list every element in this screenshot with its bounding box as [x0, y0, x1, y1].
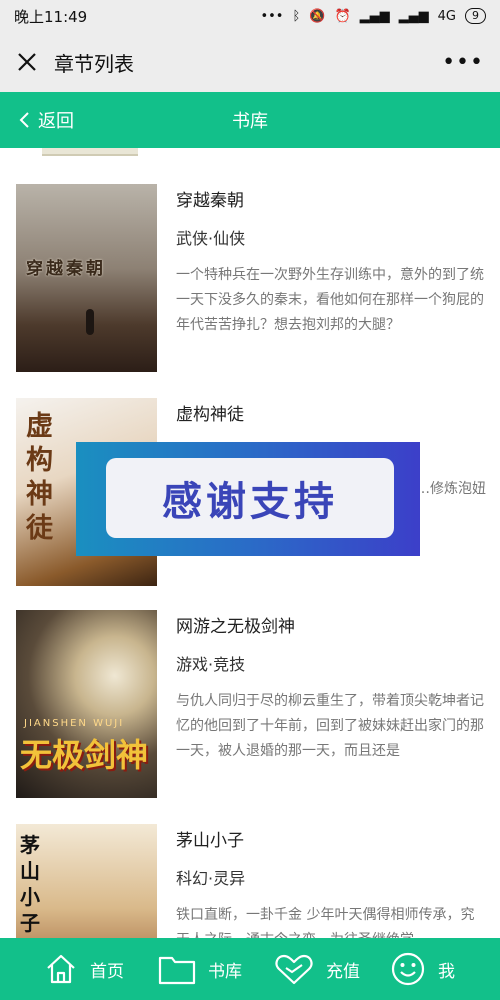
app-header: 返回 书库 [0, 92, 500, 148]
status-time: 晚上11:49 [14, 7, 88, 26]
book-cover[interactable]: JIANSHEN WUJI 无极剑神 [16, 610, 157, 798]
home-icon [47, 954, 75, 984]
alarm-icon: ⏰ [334, 8, 351, 24]
book-info: 穿越秦朝 武侠·仙侠 一个特种兵在一次野外生存训练中，意外的到了统一天下没多久的… [176, 184, 486, 374]
book-title[interactable]: 穿越秦朝 [176, 186, 486, 211]
tab-label: 首页 [90, 961, 124, 982]
status-icons: ••• ᛒ 🔕 ⏰ ▂▄▆ ▂▄▆ 4G 9 [260, 8, 486, 24]
back-button[interactable]: 返回 [18, 92, 74, 148]
book-cover[interactable]: 茅山小子 [16, 824, 157, 938]
battery-level: 9 [472, 9, 479, 22]
tab-home[interactable]: 首页 [44, 938, 124, 1000]
signal-icon: ▂▄▆ [398, 8, 429, 24]
book-genre: 武侠·仙侠 [176, 229, 246, 248]
book-title[interactable]: 网游之无极剑神 [176, 612, 486, 637]
support-banner-inner: 感谢支持 [106, 458, 394, 538]
tab-label: 充值 [326, 961, 360, 982]
tab-library[interactable]: 书库 [158, 938, 242, 1000]
tab-label: 我 [438, 961, 455, 982]
cover-title: 虚构神徒 [26, 411, 53, 544]
network-type: 4G [437, 8, 456, 24]
chevron-left-icon [19, 112, 29, 128]
more-menu-icon[interactable]: ••• [442, 50, 484, 75]
close-icon[interactable] [16, 51, 38, 73]
list-item[interactable]: 穿越秦朝 穿越秦朝 武侠·仙侠 一个特种兵在一次野外生存训练中，意外的到了统一天… [16, 184, 486, 374]
tab-me[interactable]: 我 [390, 938, 455, 1000]
list-item[interactable]: 茅山小子 茅山小子 科幻·灵异 铁口直断，一卦千金 少年叶天偶得相师传承，究天人… [16, 824, 486, 938]
status-bar: 晚上11:49 ••• ᛒ 🔕 ⏰ ▂▄▆ ▂▄▆ 4G 9 [0, 0, 500, 32]
mute-icon: 🔕 [309, 8, 326, 24]
book-cover[interactable]: 穿越秦朝 [16, 184, 157, 372]
book-cover-partial[interactable] [42, 148, 138, 156]
book-title[interactable]: 虚构神徒 [176, 400, 486, 425]
support-banner-text: 感谢支持 [162, 479, 338, 525]
book-info: 茅山小子 科幻·灵异 铁口直断，一卦千金 少年叶天偶得相师传承，究天人之际，通古… [176, 824, 486, 938]
book-description: 铁口直断，一卦千金 少年叶天偶得相师传承，究天人之际，通古今之变，为往圣继绝学… [176, 907, 475, 938]
back-label: 返回 [38, 111, 74, 132]
battery-icon: 9 [465, 8, 486, 24]
support-banner[interactable]: 感谢支持 [76, 442, 420, 556]
tab-recharge[interactable]: 充值 [274, 938, 360, 1000]
dots-icon: ••• [260, 8, 284, 24]
cover-figure [86, 309, 94, 335]
signal-icon: ▂▄▆ [359, 8, 390, 24]
folder-icon [158, 956, 196, 985]
cover-title: 茅山小子 [20, 833, 40, 935]
book-genre: 游戏·竞技 [176, 655, 246, 674]
smiley-icon [391, 952, 425, 986]
book-description: 与仇人同归于尽的柳云重生了，带着顶尖乾坤者记忆的他回到了十年前，回到了被妹妹赶出… [176, 693, 484, 759]
title-bar: 章节列表 ••• [0, 32, 500, 92]
header-title: 书库 [232, 111, 268, 132]
tab-label: 书库 [208, 961, 242, 982]
page-title: 章节列表 [54, 51, 134, 76]
tab-bar: 首页 书库 充值 我 [0, 938, 500, 1000]
heart-icon [275, 954, 313, 985]
book-title[interactable]: 茅山小子 [176, 826, 486, 851]
cover-title: 穿越秦朝 [26, 259, 106, 279]
cover-subtitle: JIANSHEN WUJI [24, 718, 125, 729]
bluetooth-icon: ᛒ [292, 8, 301, 24]
book-genre: 科幻·灵异 [176, 869, 246, 888]
book-description: 一个特种兵在一次野外生存训练中，意外的到了统一天下没多久的秦末，看他如何在那样一… [176, 267, 484, 333]
cover-title: 无极剑神 [20, 736, 149, 774]
list-item[interactable]: JIANSHEN WUJI 无极剑神 网游之无极剑神 游戏·竞技 与仇人同归于尽… [16, 610, 486, 800]
book-info: 网游之无极剑神 游戏·竞技 与仇人同归于尽的柳云重生了，带着顶尖乾坤者记忆的他回… [176, 610, 486, 800]
